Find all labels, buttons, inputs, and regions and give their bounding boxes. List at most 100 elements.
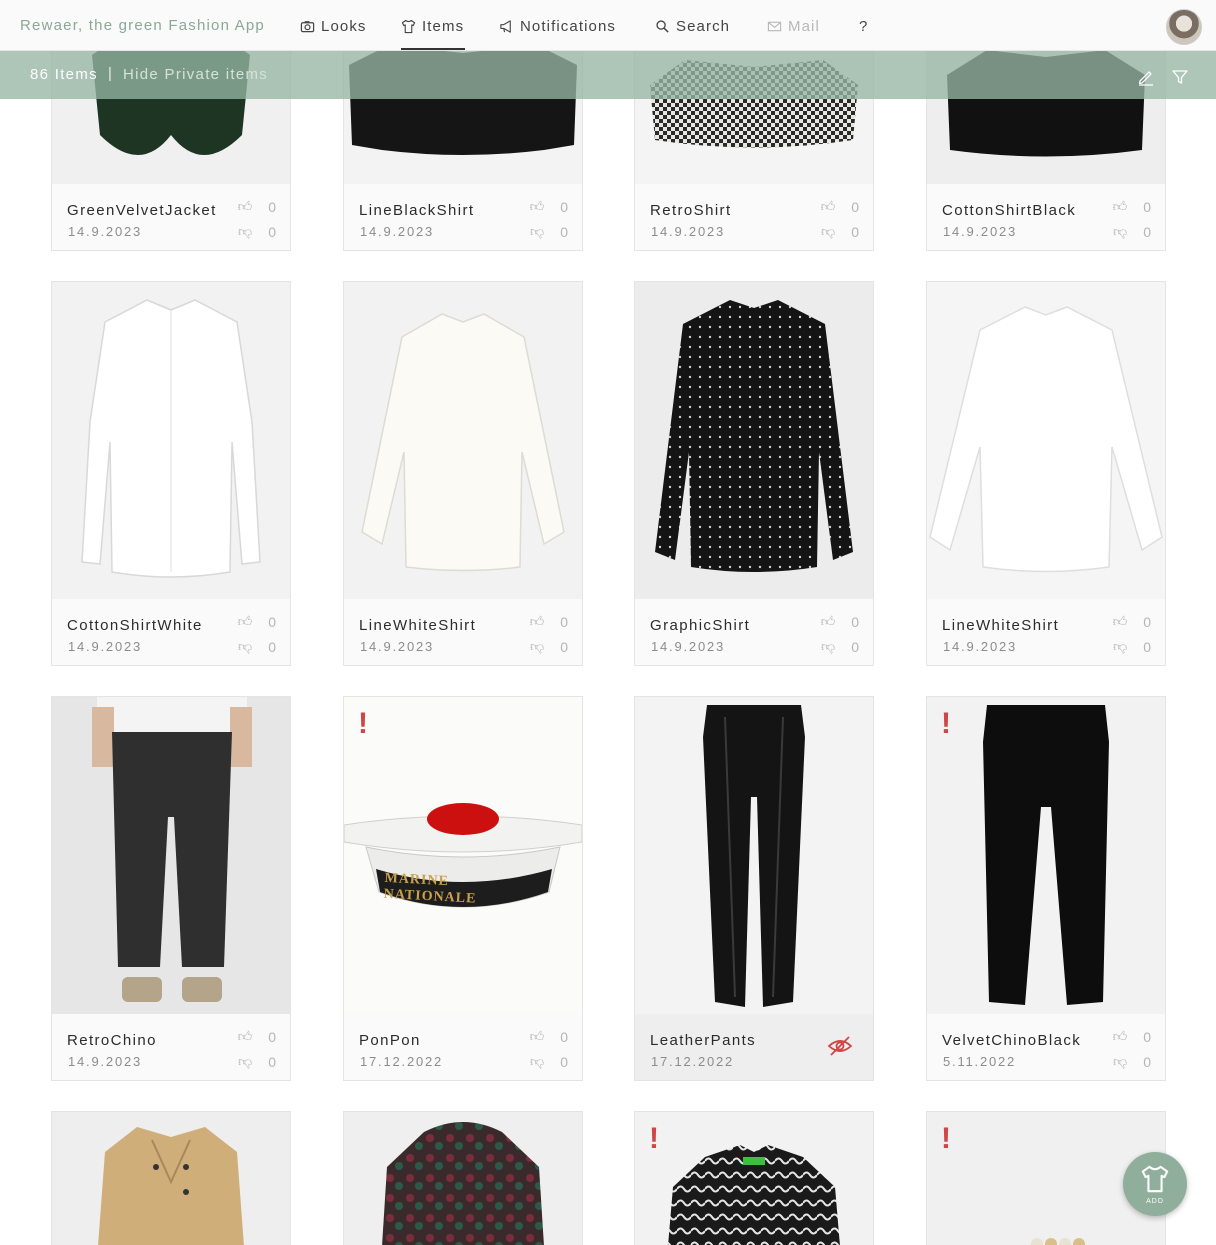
- dislike-counter[interactable]: 👎︎ 0: [238, 223, 276, 240]
- edit-pencil-icon[interactable]: [1137, 68, 1155, 86]
- thumbs-down-icon: 👎︎: [237, 1053, 253, 1069]
- item-date: 5.11.2022: [943, 1054, 1017, 1069]
- thumbs-up-icon: 👍︎: [237, 613, 253, 629]
- thumbs-down-icon: 👎︎: [529, 638, 545, 654]
- thumbs-down-icon: 👎︎: [1112, 1053, 1128, 1069]
- like-counter[interactable]: 👍︎ 0: [1113, 198, 1151, 215]
- nav-search[interactable]: Search: [655, 16, 730, 36]
- alert-icon: !: [649, 1122, 659, 1155]
- item-name: RetroChino: [67, 1032, 157, 1049]
- dislike-counter[interactable]: 👎︎ 0: [530, 1053, 568, 1070]
- add-button-label: ADD: [1146, 1198, 1164, 1205]
- item-card[interactable]: RetroChino 14.9.2023 👍︎ 0 👎︎ 0: [51, 696, 291, 1081]
- item-card[interactable]: LineWhiteShirt 14.9.2023 👍︎ 0 👎︎ 0: [926, 281, 1166, 666]
- item-name: LineWhiteShirt: [942, 617, 1060, 634]
- item-date: 14.9.2023: [651, 224, 726, 239]
- hide-private-toggle[interactable]: Hide Private items: [123, 66, 268, 83]
- item-image: [635, 697, 873, 1015]
- item-card[interactable]: !: [634, 1111, 874, 1245]
- item-card[interactable]: MARINE NATIONALE ! PonPon 17.12.2022 👍︎ 0…: [343, 696, 583, 1081]
- active-tab-indicator: [401, 48, 465, 50]
- item-date: 14.9.2023: [68, 1054, 143, 1069]
- items-toolbar: 86 Items | Hide Private items: [0, 51, 1216, 99]
- like-counter[interactable]: 👍︎ 0: [238, 198, 276, 215]
- item-info: LineWhiteShirt 14.9.2023 👍︎ 0 👎︎ 0: [927, 599, 1165, 665]
- item-info: RetroChino 14.9.2023 👍︎ 0 👎︎ 0: [52, 1014, 290, 1080]
- top-navigation: Rewaer, the green Fashion App Looks Item…: [0, 0, 1216, 51]
- item-date: 14.9.2023: [360, 639, 435, 654]
- item-card[interactable]: ! VelvetChinoBlack 5.11.2022 👍︎ 0 👎︎ 0: [926, 696, 1166, 1081]
- megaphone-icon: [500, 19, 511, 33]
- item-info: VelvetChinoBlack 5.11.2022 👍︎ 0 👎︎ 0: [927, 1014, 1165, 1080]
- like-counter[interactable]: 👍︎ 0: [530, 613, 568, 630]
- item-info: LineWhiteShirt 14.9.2023 👍︎ 0 👎︎ 0: [344, 599, 582, 665]
- item-name: LineBlackShirt: [359, 202, 475, 219]
- item-name: RetroShirt: [650, 202, 732, 219]
- item-card[interactable]: [51, 1111, 291, 1245]
- like-counter[interactable]: 👍︎ 0: [821, 198, 859, 215]
- dislike-counter[interactable]: 👎︎ 0: [530, 223, 568, 240]
- dislike-counter[interactable]: 👎︎ 0: [821, 638, 859, 655]
- alert-icon: !: [358, 707, 368, 740]
- item-date: 14.9.2023: [68, 639, 143, 654]
- thumbs-up-icon: 👍︎: [1112, 198, 1128, 214]
- like-counter[interactable]: 👍︎ 0: [530, 1028, 568, 1045]
- thumbs-up-icon: 👍︎: [529, 198, 545, 214]
- like-counter[interactable]: 👍︎ 0: [238, 613, 276, 630]
- item-image: [52, 697, 290, 1015]
- like-counter[interactable]: 👍︎ 0: [238, 1028, 276, 1045]
- like-counter[interactable]: 👍︎ 0: [1113, 613, 1151, 630]
- item-info: CottonShirtWhite 14.9.2023 👍︎ 0 👎︎ 0: [52, 599, 290, 665]
- item-image: [52, 282, 290, 600]
- item-card[interactable]: [343, 1111, 583, 1245]
- shirt-icon: [401, 19, 416, 33]
- item-date: 14.9.2023: [360, 224, 435, 239]
- item-date: 14.9.2023: [651, 639, 726, 654]
- filter-icon[interactable]: [1171, 68, 1189, 86]
- items-count: 86 Items: [30, 66, 98, 83]
- dislike-counter[interactable]: 👎︎ 0: [1113, 1053, 1151, 1070]
- eye-slash-icon[interactable]: [827, 1034, 853, 1058]
- item-info: RetroShirt 14.9.2023 👍︎ 0 👎︎ 0: [635, 184, 873, 250]
- thumbs-down-icon: 👎︎: [237, 638, 253, 654]
- nav-notifications[interactable]: Notifications: [499, 16, 616, 36]
- item-name: GreenVelvetJacket: [67, 202, 217, 219]
- thumbs-up-icon: 👍︎: [820, 198, 836, 214]
- nav-looks[interactable]: Looks: [300, 16, 367, 36]
- item-name: PonPon: [359, 1032, 421, 1049]
- item-image: [635, 282, 873, 600]
- item-info: PonPon 17.12.2022 👍︎ 0 👎︎ 0: [344, 1014, 582, 1080]
- nav-mail[interactable]: Mail: [767, 16, 820, 36]
- dislike-counter[interactable]: 👎︎ 0: [238, 1053, 276, 1070]
- item-card[interactable]: CottonShirtWhite 14.9.2023 👍︎ 0 👎︎ 0: [51, 281, 291, 666]
- dislike-counter[interactable]: 👎︎ 0: [530, 638, 568, 655]
- item-info: GraphicShirt 14.9.2023 👍︎ 0 👎︎ 0: [635, 599, 873, 665]
- shirt-add-icon: [1141, 1165, 1169, 1193]
- dislike-counter[interactable]: 👎︎ 0: [1113, 223, 1151, 240]
- like-counter[interactable]: 👍︎ 0: [821, 613, 859, 630]
- thumbs-up-icon: 👍︎: [820, 613, 836, 629]
- thumbs-down-icon: 👎︎: [237, 223, 253, 239]
- item-name: LeatherPants: [650, 1032, 757, 1049]
- item-date: 17.12.2022: [360, 1054, 444, 1069]
- thumbs-up-icon: 👍︎: [237, 198, 253, 214]
- dislike-counter[interactable]: 👎︎ 0: [1113, 638, 1151, 655]
- thumbs-down-icon: 👎︎: [529, 223, 545, 239]
- item-image: MARINE NATIONALE !: [344, 697, 582, 1015]
- item-card[interactable]: LineWhiteShirt 14.9.2023 👍︎ 0 👎︎ 0: [343, 281, 583, 666]
- add-item-button[interactable]: ADD: [1123, 1152, 1187, 1216]
- item-name: CottonShirtWhite: [67, 617, 203, 634]
- avatar[interactable]: [1166, 9, 1202, 45]
- item-name: CottonShirtBlack: [942, 202, 1077, 219]
- nav-help[interactable]: ?: [859, 16, 868, 36]
- help-icon: ?: [859, 17, 869, 35]
- like-counter[interactable]: 👍︎ 0: [530, 198, 568, 215]
- item-card[interactable]: LeatherPants 17.12.2022: [634, 696, 874, 1081]
- item-card[interactable]: GraphicShirt 14.9.2023 👍︎ 0 👎︎ 0: [634, 281, 874, 666]
- nav-items[interactable]: Items: [401, 16, 464, 36]
- dislike-counter[interactable]: 👎︎ 0: [821, 223, 859, 240]
- like-counter[interactable]: 👍︎ 0: [1113, 1028, 1151, 1045]
- search-icon: [656, 19, 669, 33]
- app-title[interactable]: Rewaer, the green Fashion App: [20, 17, 265, 34]
- dislike-counter[interactable]: 👎︎ 0: [238, 638, 276, 655]
